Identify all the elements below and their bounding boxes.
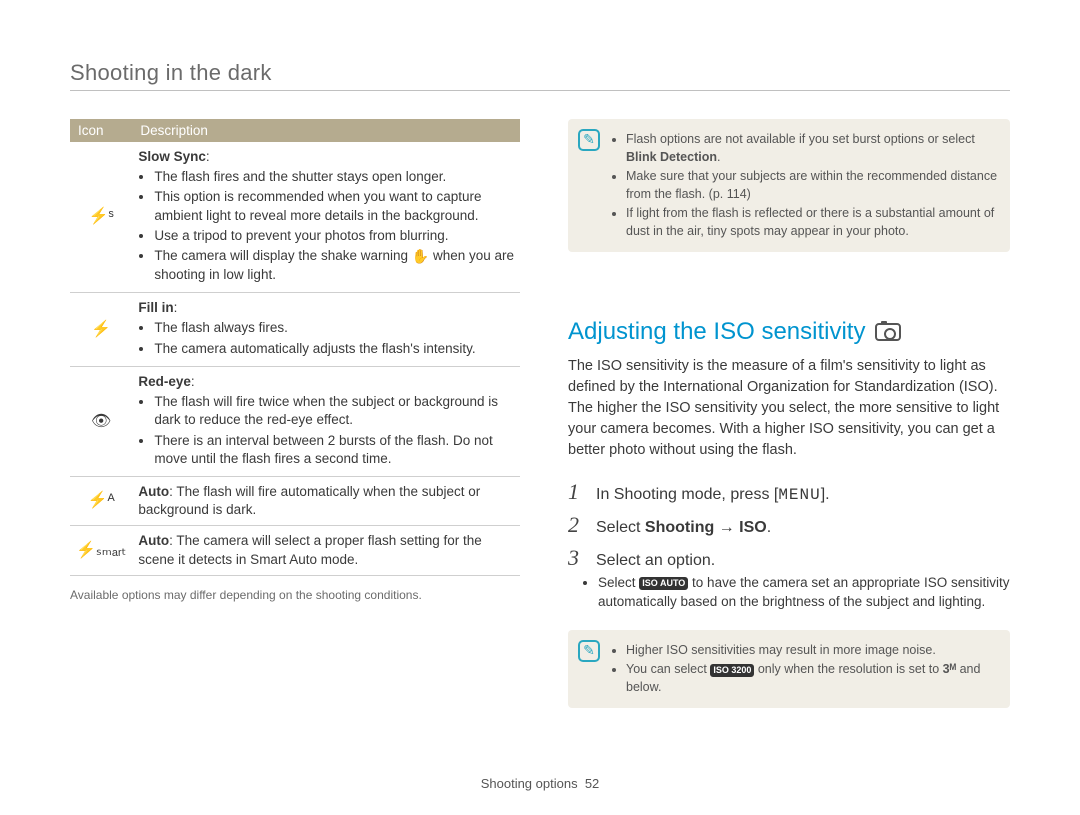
left-column: Icon Description ⚡ˢ Slow Sync: The flash… — [70, 119, 520, 708]
note-item: Make sure that your subjects are within … — [626, 168, 998, 203]
step-text: ]. — [821, 486, 830, 503]
steps-list: 1 In Shooting mode, press [MENU]. 2 Sele… — [568, 481, 1010, 612]
flash-smart-auto-desc: Auto: The camera will select a proper fl… — [132, 526, 520, 575]
row-title: Slow Sync — [138, 149, 206, 164]
list-item: The camera automatically adjusts the fla… — [154, 340, 514, 358]
note-box-iso: Higher ISO sensitivities may result in m… — [568, 630, 1010, 709]
footer-label: Shooting options — [481, 776, 578, 791]
flash-auto-icon: ⚡ᴬ — [70, 476, 132, 525]
step-number: 1 — [568, 481, 586, 503]
note-item: Higher ISO sensitivities may result in m… — [626, 642, 998, 660]
row-title: Auto — [138, 533, 169, 548]
page-footer: Shooting options 52 — [0, 776, 1080, 791]
resolution-badge: 3ᴹ — [943, 662, 956, 676]
table-row: ⚡ₛₘₐᵣₜ Auto: The camera will select a pr… — [70, 526, 520, 575]
page-number: 52 — [585, 776, 599, 791]
list-item: The flash fires and the shutter stays op… — [154, 168, 514, 186]
iso-heading-text: Adjusting the ISO sensitivity — [568, 318, 865, 346]
step-text: Select — [596, 519, 645, 536]
list-item: There is an interval between 2 bursts of… — [154, 432, 514, 468]
table-row: ⚡ᴬ Auto: The flash will fire automatical… — [70, 476, 520, 525]
step-text: In Shooting mode, press [ — [596, 486, 778, 503]
list-item: This option is recommended when you want… — [154, 188, 514, 224]
step-3-sub: Select ISO AUTO to have the camera set a… — [568, 574, 1010, 612]
shake-warning-icon: ✋ — [412, 247, 429, 266]
note-box-flash: Flash options are not available if you s… — [568, 119, 1010, 252]
flash-fill-in-desc: Fill in: The flash always fires. The cam… — [132, 293, 520, 367]
step-2: 2 Select Shooting → ISO. — [568, 514, 1010, 537]
flash-red-eye-icon: 👁 — [70, 366, 132, 476]
flash-slow-sync-desc: Slow Sync: The flash fires and the shutt… — [132, 142, 520, 293]
list-item: The camera will display the shake warnin… — [154, 247, 514, 284]
col-header-description: Description — [132, 119, 520, 142]
col-header-icon: Icon — [70, 119, 132, 142]
iso-paragraph: The ISO sensitivity is the measure of a … — [568, 356, 1010, 461]
note-item: Flash options are not available if you s… — [626, 131, 998, 166]
flash-options-table: Icon Description ⚡ˢ Slow Sync: The flash… — [70, 119, 520, 576]
step-text: Select an option. — [596, 552, 715, 570]
list-item: Select ISO AUTO to have the camera set a… — [598, 574, 1010, 612]
step-number: 3 — [568, 547, 586, 569]
step-text: . — [767, 519, 771, 536]
step-number: 2 — [568, 514, 586, 536]
table-row: 👁 Red-eye: The flash will fire twice whe… — [70, 366, 520, 476]
sub-text: Select — [598, 575, 639, 590]
table-row: ⚡ˢ Slow Sync: The flash fires and the sh… — [70, 142, 520, 293]
section-title: Shooting in the dark — [70, 60, 1010, 86]
camera-icon — [875, 323, 901, 341]
divider — [70, 90, 1010, 91]
note-icon — [578, 640, 600, 662]
flash-auto-desc: Auto: The flash will fire automatically … — [132, 476, 520, 525]
flash-slow-sync-icon: ⚡ˢ — [70, 142, 132, 293]
row-title: Auto — [138, 484, 169, 499]
step-1: 1 In Shooting mode, press [MENU]. — [568, 481, 1010, 504]
list-item: The flash will fire twice when the subje… — [154, 393, 514, 429]
note-text: Flash options are not available if you s… — [626, 132, 975, 146]
flash-smart-auto-icon: ⚡ₛₘₐᵣₜ — [70, 526, 132, 575]
step-bold: Shooting — [645, 519, 714, 536]
iso-heading: Adjusting the ISO sensitivity — [568, 318, 1010, 346]
iso-3200-icon: ISO 3200 — [710, 664, 754, 677]
note-item: If light from the flash is reflected or … — [626, 205, 998, 240]
iso-auto-icon: ISO AUTO — [639, 577, 688, 590]
list-item: Use a tripod to prevent your photos from… — [154, 227, 514, 245]
note-item: You can select ISO 3200 only when the re… — [626, 661, 998, 696]
note-text: . — [717, 150, 720, 164]
step-bold: ISO — [739, 519, 767, 536]
row-text: : The flash will fire automatically when… — [138, 484, 480, 517]
note-bold: Blink Detection — [626, 150, 717, 164]
arrow-icon: → — [714, 519, 739, 536]
row-title: Red-eye — [138, 374, 191, 389]
table-footnote: Available options may differ depending o… — [70, 588, 520, 602]
note-icon — [578, 129, 600, 151]
menu-key: MENU — [778, 486, 820, 504]
row-text: : The camera will select a proper flash … — [138, 533, 481, 566]
flash-red-eye-desc: Red-eye: The flash will fire twice when … — [132, 366, 520, 476]
step-3: 3 Select an option. Select ISO AUTO to h… — [568, 547, 1010, 612]
right-column: Flash options are not available if you s… — [568, 119, 1010, 708]
flash-fill-in-icon: ⚡ — [70, 293, 132, 367]
list-item: The flash always fires. — [154, 319, 514, 337]
row-title: Fill in — [138, 300, 173, 315]
table-header-row: Icon Description — [70, 119, 520, 142]
table-row: ⚡ Fill in: The flash always fires. The c… — [70, 293, 520, 367]
